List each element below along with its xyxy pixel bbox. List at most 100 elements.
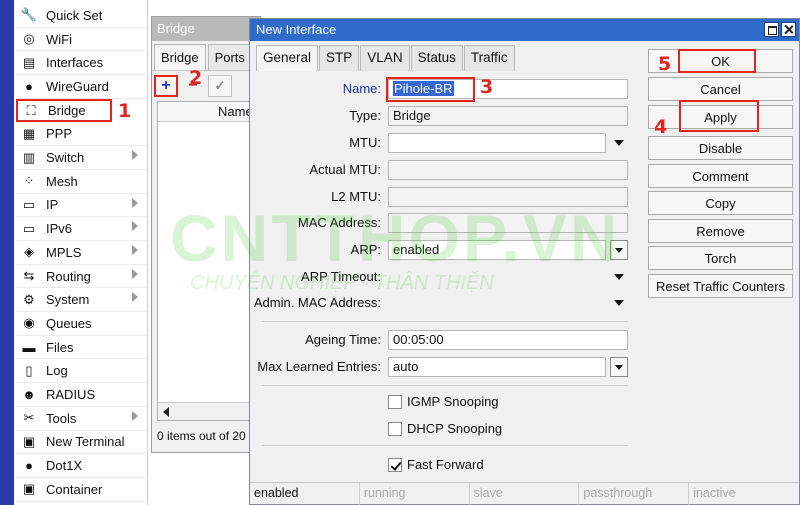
sidebar-item-tools[interactable]: ✂ Tools <box>16 407 146 431</box>
igmp-snooping-checkbox[interactable] <box>388 395 402 409</box>
status-running: running <box>360 483 470 505</box>
status-slave: slave <box>470 483 580 505</box>
name-highlight-box <box>386 77 475 102</box>
sidebar-item-label: IP <box>46 197 59 213</box>
reset-traffic-counters-button[interactable]: Reset Traffic Counters <box>648 274 793 298</box>
separator <box>262 385 628 386</box>
sidebar-item-label: Container <box>46 481 103 497</box>
actual-mtu-field <box>388 160 628 180</box>
tab-vlan[interactable]: VLAN <box>360 45 410 71</box>
sidebar-item-label: Bridge <box>48 103 86 119</box>
fast-forward-checkbox[interactable] <box>388 458 402 472</box>
submenu-arrow-icon <box>132 245 138 255</box>
terminal-icon: ▣ <box>22 433 36 449</box>
sidebar-item-radius[interactable]: ☻ RADIUS <box>16 383 146 407</box>
sidebar-item-wireguard[interactable]: ● WireGuard <box>16 75 146 99</box>
submenu-arrow-icon <box>132 410 138 421</box>
switch-icon: ▥ <box>22 149 36 165</box>
tools-icon: ✂ <box>23 410 35 426</box>
mac-address-field <box>388 213 628 233</box>
tab-status[interactable]: Status <box>410 45 463 71</box>
submenu-arrow-icon <box>132 268 138 279</box>
column-name-header[interactable]: Name <box>218 104 253 119</box>
annotation-5: 5 <box>658 53 672 75</box>
torch-button[interactable]: Torch <box>648 246 793 270</box>
horizontal-scrollbar[interactable] <box>158 402 258 420</box>
sidebar-item-quick-set[interactable]: 🔧 Quick Set <box>16 4 146 28</box>
bridge-tabs: Bridge Ports <box>152 44 260 70</box>
copy-button[interactable]: Copy <box>648 191 793 215</box>
arp-timeout-dropdown-icon[interactable] <box>614 274 624 280</box>
dialog-status-bar: enabled running slave passthrough inacti… <box>250 482 799 505</box>
mtu-field[interactable] <box>388 133 606 153</box>
annotation-4: 4 <box>654 116 668 138</box>
sidebar-item-dot1x[interactable]: ● Dot1X <box>16 454 146 478</box>
sidebar-item-label: Log <box>46 363 68 379</box>
sidebar-item-label: IPv6 <box>46 221 73 237</box>
routing-icon: ⇆ <box>23 268 35 284</box>
sidebar-item-files[interactable]: ▬ Files <box>16 336 146 360</box>
sidebar-item-system[interactable]: ⚙ System <box>16 288 146 313</box>
bridge-icon: ⛶ <box>26 102 36 118</box>
submenu-arrow-icon <box>132 197 138 208</box>
menu-side-strip <box>0 0 14 505</box>
sidebar-item-ipv6[interactable]: ▭ IPv6 <box>16 217 146 241</box>
l2-mtu-label: L2 MTU: <box>331 189 381 204</box>
admin-mac-dropdown-icon[interactable] <box>614 300 624 306</box>
sidebar-item-label: New Terminal <box>46 434 125 450</box>
sidebar-item-switch[interactable]: ▥ Switch <box>16 146 146 170</box>
sidebar-item-mpls[interactable]: ◈ MPLS <box>16 241 146 265</box>
apply-highlight-box <box>679 100 759 132</box>
dhcp-snooping-checkbox[interactable] <box>388 422 402 436</box>
tab-ports[interactable]: Ports <box>207 44 252 70</box>
dialog-title: New Interface <box>256 22 337 37</box>
sidebar-item-container[interactable]: ▣ Container <box>16 478 146 502</box>
sidebar-item-bridge[interactable]: ⛶ Bridge <box>16 98 112 123</box>
mesh-icon: ⁘ <box>23 173 35 189</box>
sidebar-item-routing[interactable]: ⇆ Routing <box>16 265 146 289</box>
sidebar-item-wifi[interactable]: ◎ WiFi <box>16 28 146 52</box>
sidebar-item-log[interactable]: ▯ Log <box>16 360 146 384</box>
arp-dropdown-icon[interactable] <box>610 240 628 260</box>
name-label: Name: <box>342 81 381 96</box>
system-icon: ⚙ <box>23 291 35 307</box>
sidebar-item-new-terminal[interactable]: ▣ New Terminal <box>16 431 146 455</box>
sidebar-item-label: Dot1X <box>46 458 83 474</box>
disable-button[interactable]: Disable <box>648 136 793 160</box>
queues-icon: ◉ <box>23 315 35 331</box>
max-learned-dropdown-icon[interactable] <box>610 357 628 377</box>
enable-check-icon[interactable]: ✓ <box>208 74 232 97</box>
cancel-button[interactable]: Cancel <box>648 77 793 101</box>
submenu-arrow-icon <box>132 221 138 232</box>
arp-select[interactable]: enabled <box>388 240 606 260</box>
mtu-dropdown-icon[interactable] <box>614 140 624 146</box>
close-icon[interactable] <box>781 22 796 37</box>
sidebar-item-mesh[interactable]: ⁘ Mesh <box>16 170 146 194</box>
mac-address-label: MAC Address: <box>297 215 381 230</box>
scroll-left-icon[interactable] <box>163 407 169 417</box>
separator <box>262 445 628 446</box>
type-label: Type: <box>349 108 381 123</box>
max-learned-select[interactable]: auto <box>388 357 606 377</box>
sidebar-item-interfaces[interactable]: ▤ Interfaces <box>16 51 146 76</box>
maximize-icon[interactable] <box>764 22 779 37</box>
sidebar-item-queues[interactable]: ◉ Queues <box>16 312 146 336</box>
add-button[interactable]: + <box>154 74 178 97</box>
tab-stp[interactable]: STP <box>319 45 360 71</box>
ageing-time-field[interactable]: 00:05:00 <box>388 330 628 350</box>
dialog-titlebar: New Interface <box>250 19 799 41</box>
submenu-arrow-icon <box>132 292 138 303</box>
sidebar-item-ip[interactable]: ▭ IP <box>16 194 146 218</box>
dhcp-snooping-label: DHCP Snooping <box>407 421 503 436</box>
tab-general[interactable]: General <box>256 45 319 71</box>
remove-button[interactable]: Remove <box>648 219 793 243</box>
bridge-toolbar: + − ✓ <box>152 70 260 100</box>
sidebar-item-ppp[interactable]: ▦ PPP <box>16 123 146 147</box>
sidebar-item-label: WiFi <box>46 31 72 47</box>
comment-button[interactable]: Comment <box>648 164 793 188</box>
annotation-1: 1 <box>118 100 132 122</box>
tab-traffic[interactable]: Traffic <box>463 45 515 71</box>
mtu-label: MTU: <box>349 135 381 150</box>
new-interface-dialog: New Interface General STP VLAN Status Tr… <box>249 18 800 505</box>
max-learned-label: Max Learned Entries: <box>257 359 381 374</box>
